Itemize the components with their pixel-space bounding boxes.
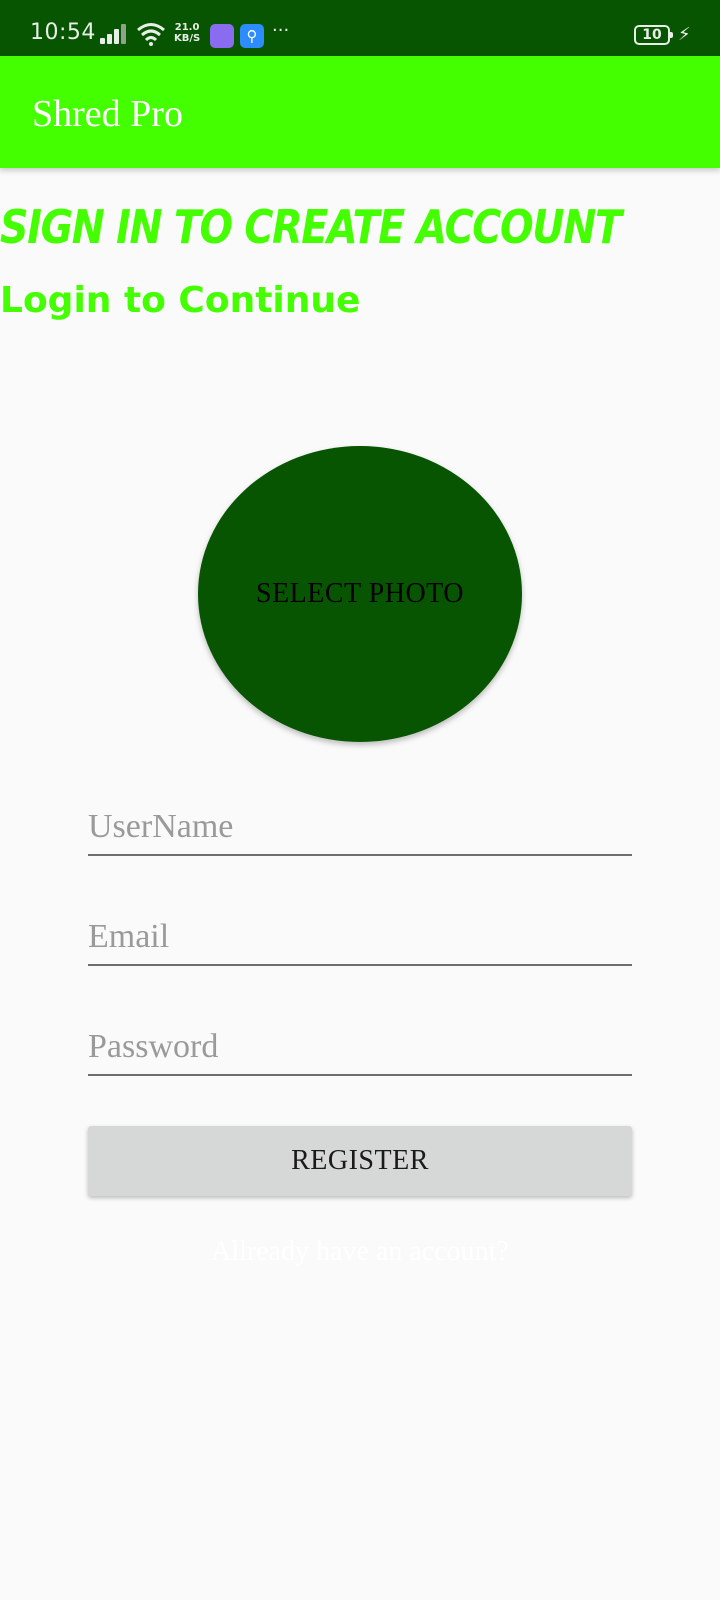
status-bar: 10:54 21.0 KB/S ⚲ ··· 10 ⚡ [0,0,720,56]
app-notification-icon [210,24,234,48]
login-link[interactable]: Allready have an account? [0,1236,720,1268]
charging-icon: ⚡ [678,24,691,45]
username-input[interactable] [88,800,632,856]
more-notifications: ··· [272,20,290,41]
select-photo-label: SELECT PHOTO [256,578,464,609]
network-speed-value: 21.0 [174,22,200,33]
battery-level: 10 [642,27,662,43]
email-input[interactable] [88,910,632,966]
select-photo-button[interactable]: SELECT PHOTO [198,446,522,742]
status-time: 10:54 [30,20,96,45]
signal-icon [100,24,130,49]
battery-icon: 10 [634,25,673,45]
app-title: Shred Pro [32,93,183,135]
network-speed: 21.0 KB/S [174,22,200,44]
page-title: Sign In to Create Account [0,200,622,254]
wifi-icon [136,22,166,51]
password-input[interactable] [88,1020,632,1076]
register-button[interactable]: REGISTER [88,1126,632,1196]
network-speed-unit: KB/S [174,33,201,44]
app-bar: Shred Pro [0,56,720,168]
page-subtitle: Login to Continue [0,280,361,321]
usb-icon: ⚲ [240,24,264,48]
